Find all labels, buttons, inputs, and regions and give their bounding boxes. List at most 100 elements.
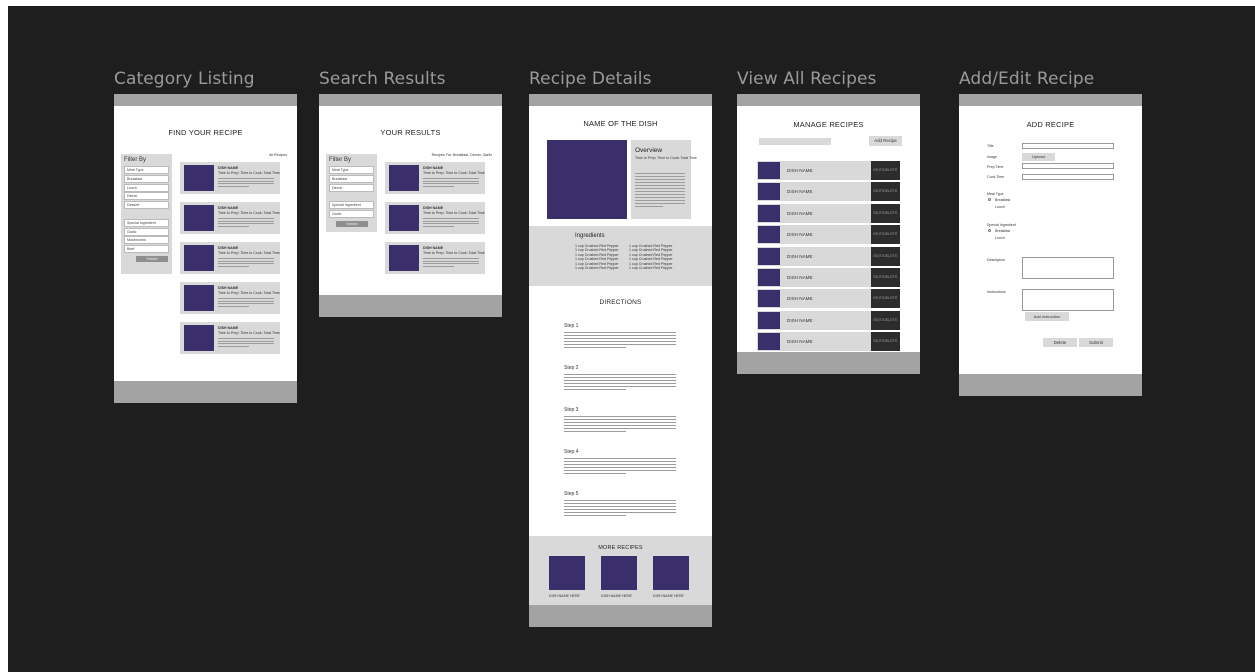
filter-item[interactable]: Garlic bbox=[124, 227, 169, 236]
dish-name: DISH NAME bbox=[787, 168, 813, 173]
frame-view-all-recipes[interactable]: MANAGE RECIPES Add Recipe DISH NAME EDIT/… bbox=[737, 94, 920, 374]
edit-delete-button[interactable]: EDIT/DELETE bbox=[871, 246, 900, 266]
search-input[interactable] bbox=[759, 138, 831, 145]
frame-category-listing[interactable]: FIND YOUR RECIPE ## Recipes Filter By Me… bbox=[114, 94, 297, 403]
dish-name: DISH NAME bbox=[787, 189, 813, 195]
text-line bbox=[218, 260, 274, 262]
recipe-thumbnail bbox=[758, 226, 780, 244]
submit-button[interactable]: Submit bbox=[1079, 338, 1113, 347]
step-title: Step 5 bbox=[564, 491, 579, 497]
recipe-card[interactable]: DISH NAME Time to Prep: Time to Cook: Tot… bbox=[385, 242, 485, 274]
recipe-thumbnail bbox=[758, 204, 780, 222]
recipe-card[interactable]: DISH NAME Time to Prep: Time to Cook: Tot… bbox=[385, 202, 485, 234]
edit-delete-button[interactable]: EDIT/DELETE bbox=[871, 332, 900, 352]
dish-name: DISH NAME bbox=[787, 317, 813, 323]
text-line bbox=[635, 188, 685, 189]
edit-delete-button[interactable]: EDIT/DELETE bbox=[871, 161, 900, 180]
page-title: MANAGE RECIPES bbox=[793, 120, 864, 129]
recipe-card[interactable]: DISH NAME Time to Prep: Time to Cook: Tot… bbox=[180, 242, 280, 274]
filter-item[interactable]: Dessert bbox=[124, 201, 169, 210]
cook-time-input[interactable] bbox=[1022, 174, 1114, 180]
search-button[interactable]: Search bbox=[336, 221, 368, 227]
hero-image bbox=[547, 140, 627, 219]
filter-item[interactable]: Mushrooms bbox=[124, 236, 169, 245]
description-input[interactable] bbox=[1022, 257, 1114, 279]
text-line bbox=[635, 185, 685, 186]
radio-meal-breakfast[interactable] bbox=[988, 198, 991, 201]
recipe-row[interactable]: DISH NAME EDIT/DELETE bbox=[757, 268, 900, 287]
recipe-card[interactable]: DISH NAME Time to Prep: Time to Cook: Tot… bbox=[385, 162, 485, 194]
top-bar bbox=[959, 94, 1142, 106]
add-recipe-button[interactable]: Add Recipe bbox=[869, 136, 902, 146]
edit-delete-button[interactable]: EDIT/DELETE bbox=[871, 225, 900, 245]
recipe-card[interactable]: DISH NAME Time to Prep: Time to Cook: Tot… bbox=[180, 202, 280, 234]
text-line bbox=[564, 419, 676, 420]
recipe-thumbnail bbox=[389, 245, 419, 271]
recipe-row[interactable]: DISH NAME EDIT/DELETE bbox=[757, 225, 900, 245]
edit-delete-button[interactable]: EDIT/DELETE bbox=[871, 289, 900, 309]
frame-search-results[interactable]: YOUR RESULTS Recipes For: Breakfast, Din… bbox=[319, 94, 502, 317]
text-line bbox=[218, 343, 274, 345]
upload-button[interactable]: Upload bbox=[1022, 153, 1055, 161]
label-category-listing: Category Listing bbox=[114, 69, 255, 89]
overview-title: Overview bbox=[635, 147, 663, 154]
ingredient-item: 1 cup Crushed Red Pepper bbox=[629, 266, 673, 270]
text-line bbox=[423, 185, 454, 187]
recipe-row[interactable]: DISH NAME EDIT/DELETE bbox=[757, 246, 900, 266]
meal-option-lunch: Lunch bbox=[995, 205, 1005, 209]
filter-item[interactable]: Breakfast bbox=[329, 174, 374, 183]
ingredient-item: 1 cup Crushed Red Pepper bbox=[575, 252, 619, 257]
recipe-card[interactable]: DISH NAME Time to Prep: Time to Cook: Tot… bbox=[180, 322, 280, 354]
step-title: Step 2 bbox=[564, 365, 579, 371]
text-line bbox=[564, 389, 626, 390]
text-line bbox=[564, 344, 676, 345]
radio-special-breakfast[interactable] bbox=[988, 229, 991, 232]
filter-item[interactable]: Special Ingredient bbox=[329, 201, 374, 210]
recipe-thumbnail bbox=[758, 247, 780, 265]
search-button[interactable]: Search bbox=[136, 256, 168, 262]
recipe-row[interactable]: DISH NAME EDIT/DELETE bbox=[757, 310, 900, 330]
text-line bbox=[218, 223, 274, 225]
text-line bbox=[423, 220, 479, 222]
delete-button[interactable]: Delete bbox=[1043, 338, 1077, 347]
more-recipe-thumbnail[interactable] bbox=[549, 556, 585, 590]
prep-time-input[interactable] bbox=[1022, 163, 1114, 169]
recipe-row[interactable]: DISH NAME EDIT/DELETE bbox=[757, 203, 900, 223]
filter-item[interactable]: Special Ingredient bbox=[124, 218, 169, 227]
edit-delete-button[interactable]: EDIT/DELETE bbox=[871, 182, 900, 202]
more-recipe-thumbnail[interactable] bbox=[601, 556, 637, 590]
edit-delete-button[interactable]: EDIT/DELETE bbox=[871, 203, 900, 223]
more-recipe-thumbnail[interactable] bbox=[653, 556, 689, 590]
instructions-input[interactable] bbox=[1022, 289, 1114, 311]
recipe-card[interactable]: DISH NAME Time to Prep: Time to Cook: Tot… bbox=[180, 282, 280, 314]
frame-recipe-details[interactable]: NAME OF THE DISH Overview Time to Prep: … bbox=[529, 94, 712, 627]
filter-title: Filter By bbox=[329, 157, 352, 163]
recipe-thumbnail bbox=[758, 162, 780, 179]
filter-item[interactable]: Dinner bbox=[124, 192, 169, 201]
filter-item[interactable]: Lunch bbox=[124, 183, 169, 192]
design-canvas: Category Listing Search Results Recipe D… bbox=[8, 6, 1255, 672]
title-input[interactable] bbox=[1022, 143, 1114, 149]
edit-delete-button[interactable]: EDIT/DELETE bbox=[871, 268, 900, 287]
card-title: DISH NAME bbox=[423, 166, 444, 170]
recipe-row[interactable]: DISH NAME EDIT/DELETE bbox=[757, 332, 900, 352]
text-line bbox=[564, 503, 676, 504]
frame-add-edit-recipe[interactable]: ADD RECIPE Title Image Upload Prep Time … bbox=[959, 94, 1142, 396]
filter-item[interactable]: Beef bbox=[124, 245, 169, 254]
text-line bbox=[635, 203, 685, 204]
description-label: Description bbox=[987, 258, 1005, 262]
filter-item[interactable]: Dinner bbox=[329, 183, 374, 192]
filter-item[interactable]: Breakfast bbox=[124, 174, 169, 183]
text-line bbox=[564, 338, 676, 339]
recipe-row[interactable]: DISH NAME EDIT/DELETE bbox=[757, 289, 900, 309]
recipe-row[interactable]: DISH NAME EDIT/DELETE bbox=[757, 182, 900, 202]
recipe-card[interactable]: DISH NAME Time to Prep: Time to Cook: Tot… bbox=[180, 162, 280, 194]
recipe-row[interactable]: DISH NAME EDIT/DELETE bbox=[757, 161, 900, 180]
add-instruction-button[interactable]: Add Instruction bbox=[1025, 312, 1069, 321]
filter-item[interactable]: Garlic bbox=[329, 210, 374, 218]
filter-item[interactable]: Meal Type bbox=[124, 166, 169, 174]
filter-item[interactable]: Meal Type bbox=[329, 166, 374, 174]
edit-delete-button[interactable]: EDIT/DELETE bbox=[871, 310, 900, 330]
card-title: DISH NAME bbox=[218, 326, 239, 330]
top-bar bbox=[737, 94, 920, 106]
